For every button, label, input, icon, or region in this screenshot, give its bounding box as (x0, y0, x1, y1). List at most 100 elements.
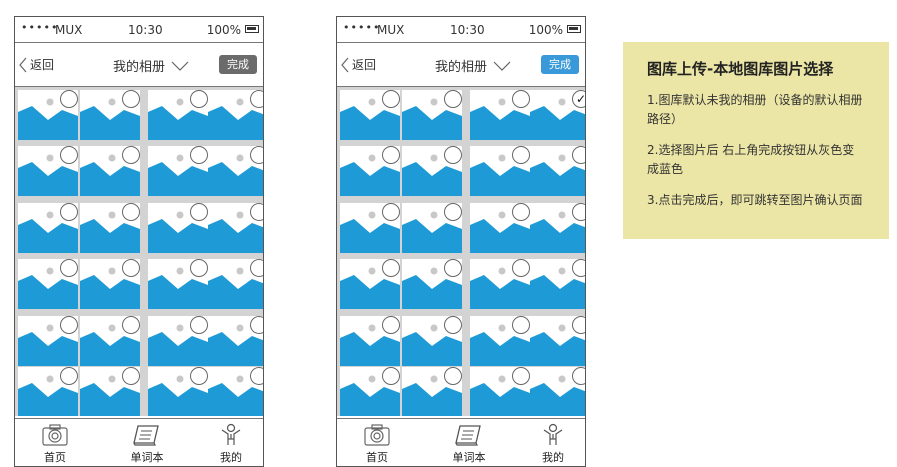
select-circle-icon[interactable] (572, 259, 585, 277)
album-selector[interactable]: 我的相册 (113, 56, 189, 75)
photo-thumbnail[interactable] (80, 146, 140, 196)
photo-thumbnail[interactable] (340, 90, 400, 140)
select-circle-icon[interactable] (190, 259, 208, 277)
photo-thumbnail[interactable] (340, 316, 400, 366)
photo-thumbnail[interactable] (208, 203, 263, 253)
select-circle-icon[interactable] (60, 203, 78, 221)
photo-thumbnail[interactable] (530, 367, 585, 416)
select-circle-icon[interactable] (190, 367, 208, 385)
photo-thumbnail[interactable] (80, 367, 140, 416)
select-circle-icon[interactable] (122, 203, 140, 221)
select-circle-icon[interactable] (382, 316, 400, 334)
photo-thumbnail[interactable] (470, 367, 530, 416)
select-circle-icon[interactable] (444, 203, 462, 221)
photo-thumbnail[interactable] (402, 146, 462, 196)
photo-thumbnail[interactable] (208, 146, 263, 196)
photo-thumbnail[interactable] (530, 203, 585, 253)
select-circle-icon[interactable] (572, 367, 585, 385)
photo-thumbnail[interactable] (208, 367, 263, 416)
photo-thumbnail[interactable] (18, 90, 78, 140)
tab-wordbook[interactable]: 单词本 (439, 423, 499, 465)
select-circle-icon[interactable] (60, 90, 78, 108)
photo-thumbnail[interactable] (402, 203, 462, 253)
select-circle-icon[interactable] (444, 259, 462, 277)
photo-thumbnail[interactable] (18, 203, 78, 253)
select-circle-icon[interactable] (60, 367, 78, 385)
select-circle-icon[interactable] (60, 316, 78, 334)
select-circle-icon[interactable] (382, 259, 400, 277)
photo-thumbnail[interactable] (208, 316, 263, 366)
photo-thumbnail[interactable] (470, 316, 530, 366)
photo-thumbnail[interactable] (18, 259, 78, 309)
select-circle-icon[interactable] (122, 146, 140, 164)
album-selector[interactable]: 我的相册 (435, 56, 511, 75)
select-circle-icon[interactable] (444, 90, 462, 108)
select-circle-icon[interactable] (250, 367, 263, 385)
select-circle-icon[interactable] (382, 367, 400, 385)
photo-thumbnail[interactable] (470, 146, 530, 196)
select-circle-icon[interactable] (512, 316, 530, 334)
photo-thumbnail[interactable] (148, 316, 208, 366)
tab-home[interactable]: 首页 (347, 423, 407, 465)
select-circle-icon[interactable] (60, 259, 78, 277)
photo-thumbnail[interactable] (80, 203, 140, 253)
photo-thumbnail[interactable] (340, 367, 400, 416)
select-circle-icon[interactable] (572, 146, 585, 164)
photo-thumbnail[interactable] (148, 203, 208, 253)
photo-thumbnail[interactable]: ✓ (530, 90, 585, 140)
select-circle-icon[interactable] (190, 203, 208, 221)
done-button[interactable]: 完成 (541, 55, 579, 74)
photo-thumbnail[interactable] (208, 259, 263, 309)
select-circle-icon[interactable] (382, 90, 400, 108)
tab-mine[interactable]: 我的 (201, 423, 261, 465)
photo-thumbnail[interactable] (148, 146, 208, 196)
select-circle-icon[interactable] (190, 90, 208, 108)
back-button[interactable]: 返回 (19, 56, 54, 73)
select-circle-icon[interactable] (572, 316, 585, 334)
photo-thumbnail[interactable] (402, 90, 462, 140)
select-circle-icon[interactable] (444, 316, 462, 334)
select-circle-icon[interactable] (250, 203, 263, 221)
select-circle-icon[interactable] (572, 203, 585, 221)
photo-thumbnail[interactable] (18, 316, 78, 366)
photo-thumbnail[interactable] (148, 259, 208, 309)
back-button[interactable]: 返回 (341, 56, 376, 73)
select-circle-icon[interactable] (512, 203, 530, 221)
select-circle-icon[interactable] (60, 146, 78, 164)
photo-thumbnail[interactable] (148, 367, 208, 416)
photo-thumbnail[interactable] (402, 259, 462, 309)
select-circle-icon[interactable] (512, 146, 530, 164)
select-circle-icon[interactable] (250, 90, 263, 108)
select-circle-icon[interactable] (444, 146, 462, 164)
select-circle-icon[interactable] (444, 367, 462, 385)
select-circle-icon[interactable] (512, 367, 530, 385)
photo-thumbnail[interactable] (80, 259, 140, 309)
select-circle-icon[interactable] (122, 90, 140, 108)
select-circle-icon[interactable] (250, 259, 263, 277)
photo-thumbnail[interactable] (530, 259, 585, 309)
select-circle-icon[interactable] (382, 146, 400, 164)
photo-thumbnail[interactable] (402, 316, 462, 366)
select-circle-icon[interactable] (190, 146, 208, 164)
select-circle-icon[interactable] (190, 316, 208, 334)
photo-thumbnail[interactable] (80, 90, 140, 140)
checkmark-icon[interactable]: ✓ (572, 90, 585, 108)
photo-thumbnail[interactable] (18, 367, 78, 416)
photo-thumbnail[interactable] (470, 203, 530, 253)
photo-thumbnail[interactable] (208, 90, 263, 140)
photo-thumbnail[interactable] (470, 259, 530, 309)
select-circle-icon[interactable] (382, 203, 400, 221)
select-circle-icon[interactable] (122, 259, 140, 277)
select-circle-icon[interactable] (122, 367, 140, 385)
photo-thumbnail[interactable] (530, 316, 585, 366)
photo-thumbnail[interactable] (340, 259, 400, 309)
photo-thumbnail[interactable] (80, 316, 140, 366)
photo-thumbnail[interactable] (340, 203, 400, 253)
done-button[interactable]: 完成 (219, 55, 257, 74)
photo-thumbnail[interactable] (470, 90, 530, 140)
tab-wordbook[interactable]: 单词本 (117, 423, 177, 465)
photo-thumbnail[interactable] (530, 146, 585, 196)
photo-thumbnail[interactable] (340, 146, 400, 196)
select-circle-icon[interactable] (122, 316, 140, 334)
select-circle-icon[interactable] (250, 146, 263, 164)
